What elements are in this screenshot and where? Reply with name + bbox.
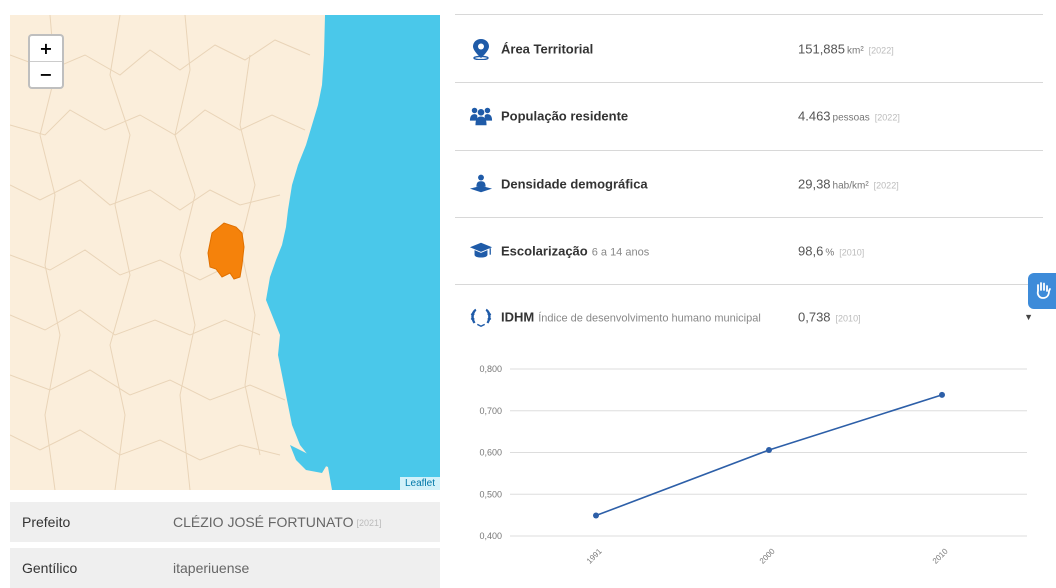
indicator-value: 29,38 hab/km² [2022]: [798, 176, 899, 191]
chevron-down-icon[interactable]: ▼: [1024, 312, 1033, 322]
zoom-control: + −: [28, 34, 64, 89]
laurel-icon: [469, 306, 493, 328]
schooling-label: Escolarização: [501, 243, 588, 258]
data-point: [766, 446, 772, 453]
mayor-year: [2021]: [356, 518, 382, 528]
accessibility-hand-icon[interactable]: [1028, 273, 1056, 309]
municipality-map[interactable]: + − Leaflet: [10, 15, 440, 490]
indicator-schooling: Escolarização 6 a 14 anos 98,6% [2010]: [455, 217, 1043, 285]
person-density-icon: [469, 173, 493, 195]
idhm-label: IDHM: [501, 309, 535, 325]
data-point: [939, 391, 945, 398]
zoom-out-button[interactable]: −: [30, 61, 62, 87]
y-tick-label: 0,500: [479, 489, 502, 499]
map-canvas[interactable]: [10, 15, 440, 490]
schooling-sublabel: 6 a 14 anos: [591, 246, 650, 258]
density-unit: hab/km²: [832, 180, 869, 191]
gentilic-row: Gentílico itaperiuense: [10, 548, 440, 588]
indicator-value: 151,885 km² [2022]: [798, 41, 894, 56]
area-value: 151,885: [798, 41, 845, 56]
area-unit: km²: [847, 45, 864, 56]
map-attribution[interactable]: Leaflet: [399, 477, 440, 490]
indicator-label: Densidade demográfica: [501, 176, 648, 191]
x-tick-label: 2010: [931, 546, 950, 565]
indicator-area: Área Territorial 151,885 km² [2022]: [455, 15, 1043, 83]
indicator-label: População residente: [501, 108, 629, 124]
schooling-year: [2010]: [839, 247, 865, 257]
people-icon: [469, 105, 493, 127]
idhm-sublabel: Índice de desenvolvimento humano municip…: [538, 312, 761, 325]
series-line: [595, 394, 943, 517]
population-unit: pessoas: [832, 112, 870, 124]
mayor-value: CLÉZIO JOSÉ FORTUNATO [2021]: [173, 514, 382, 530]
y-tick-label: 0,800: [479, 364, 502, 374]
indicator-idhm[interactable]: IDHM Índice de desenvolvimento humano mun…: [455, 284, 1043, 350]
x-tick-label: 2000: [758, 546, 777, 565]
indicator-value: 0,738 [2010]: [798, 310, 861, 325]
y-tick-label: 0,400: [479, 531, 502, 541]
indicator-label: Área Territorial: [501, 41, 594, 56]
population-value: 4.463: [798, 108, 831, 124]
idhm-year: [2010]: [835, 313, 861, 324]
density-year: [2022]: [873, 180, 899, 190]
y-tick-label: 0,600: [479, 448, 502, 458]
density-value: 29,38: [798, 176, 831, 191]
indicator-population: População residente 4.463 pessoas [2022]: [455, 82, 1043, 151]
mayor-row: Prefeito CLÉZIO JOSÉ FORTUNATO [2021]: [10, 502, 440, 542]
indicator-value: 98,6% [2010]: [798, 243, 864, 258]
schooling-unit: %: [825, 247, 835, 258]
y-tick-label: 0,700: [479, 406, 502, 416]
x-tick-label: 1991: [585, 546, 604, 565]
graduation-cap-icon: [469, 240, 493, 262]
idhm-line-chart: 0,400 0,500 0,600 0,700 0,800 1991 2000 2010: [479, 364, 1027, 566]
gentilic-label: Gentílico: [22, 560, 78, 576]
idhm-value: 0,738: [798, 309, 831, 325]
indicator-density: Densidade demográfica 29,38 hab/km² [2022]: [455, 150, 1043, 218]
map-marker-icon: [469, 38, 493, 60]
data-point: [593, 512, 599, 519]
zoom-in-button[interactable]: +: [30, 36, 62, 61]
gentilic-value: itaperiuense: [173, 560, 250, 576]
area-year: [2022]: [868, 45, 894, 55]
population-year: [2022]: [874, 112, 900, 123]
indicator-label: IDHM Índice de desenvolvimento humano mun…: [501, 310, 761, 325]
mayor-name: CLÉZIO JOSÉ FORTUNATO: [173, 514, 354, 530]
schooling-value: 98,6: [798, 243, 824, 258]
indicator-label: Escolarização 6 a 14 anos: [501, 243, 649, 258]
indicator-value: 4.463 pessoas [2022]: [798, 109, 900, 124]
mayor-label: Prefeito: [22, 514, 71, 530]
